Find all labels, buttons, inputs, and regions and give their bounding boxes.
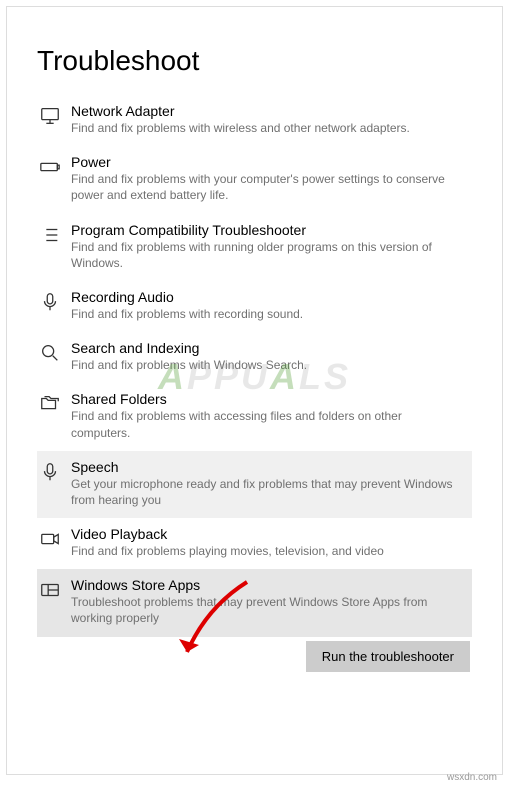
- apps-icon: [37, 577, 71, 601]
- item-title: Windows Store Apps: [71, 577, 456, 593]
- item-desc: Find and fix problems playing movies, te…: [71, 543, 456, 559]
- troubleshooter-network-adapter[interactable]: Network Adapter Find and fix problems wi…: [37, 95, 472, 146]
- troubleshooter-recording-audio[interactable]: Recording Audio Find and fix problems wi…: [37, 281, 472, 332]
- battery-icon: [37, 154, 71, 178]
- item-desc: Find and fix problems with recording sou…: [71, 306, 456, 322]
- search-icon: [37, 340, 71, 364]
- list-icon: [37, 222, 71, 246]
- troubleshooter-video-playback[interactable]: Video Playback Find and fix problems pla…: [37, 518, 472, 569]
- item-title: Search and Indexing: [71, 340, 456, 356]
- troubleshooter-speech[interactable]: Speech Get your microphone ready and fix…: [37, 451, 472, 518]
- footer-watermark: wsxdn.com: [447, 772, 497, 783]
- item-desc: Find and fix problems with your computer…: [71, 171, 456, 203]
- item-desc: Get your microphone ready and fix proble…: [71, 476, 456, 508]
- item-title: Recording Audio: [71, 289, 456, 305]
- monitor-icon: [37, 103, 71, 127]
- item-title: Program Compatibility Troubleshooter: [71, 222, 456, 238]
- troubleshooter-program-compatibility[interactable]: Program Compatibility Troubleshooter Fin…: [37, 214, 472, 281]
- troubleshooter-shared-folders[interactable]: Shared Folders Find and fix problems wit…: [37, 383, 472, 450]
- item-title: Video Playback: [71, 526, 456, 542]
- run-troubleshooter-button[interactable]: Run the troubleshooter: [306, 641, 470, 672]
- item-title: Power: [71, 154, 456, 170]
- page-title: Troubleshoot: [37, 45, 472, 77]
- troubleshooter-power[interactable]: Power Find and fix problems with your co…: [37, 146, 472, 213]
- item-desc: Find and fix problems with Windows Searc…: [71, 357, 456, 373]
- item-desc: Troubleshoot problems that may prevent W…: [71, 594, 456, 626]
- microphone-icon: [37, 289, 71, 313]
- folders-icon: [37, 391, 71, 415]
- item-desc: Find and fix problems with accessing fil…: [71, 408, 456, 440]
- troubleshooter-windows-store-apps[interactable]: Windows Store Apps Troubleshoot problems…: [37, 569, 472, 636]
- item-title: Shared Folders: [71, 391, 456, 407]
- item-desc: Find and fix problems with running older…: [71, 239, 456, 271]
- video-icon: [37, 526, 71, 550]
- item-title: Speech: [71, 459, 456, 475]
- microphone-icon: [37, 459, 71, 483]
- troubleshooter-search-indexing[interactable]: Search and Indexing Find and fix problem…: [37, 332, 472, 383]
- item-desc: Find and fix problems with wireless and …: [71, 120, 456, 136]
- item-title: Network Adapter: [71, 103, 456, 119]
